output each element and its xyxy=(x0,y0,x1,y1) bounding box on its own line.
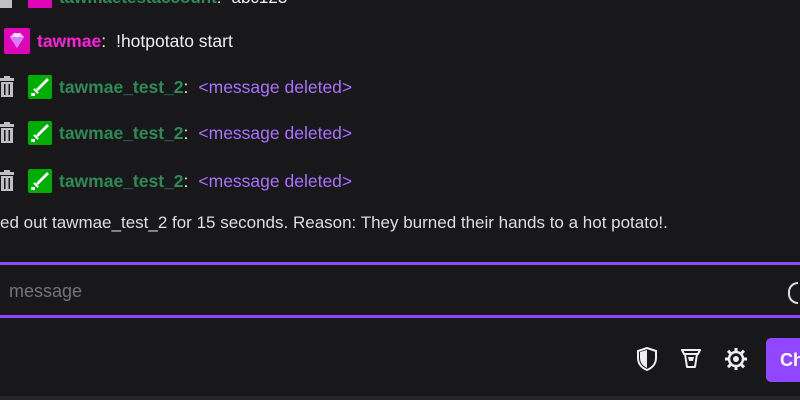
system-timeout-message: ed out tawmae_test_2 for 15 seconds. Rea… xyxy=(0,213,668,232)
deleted-message-text[interactable]: <message deleted> xyxy=(198,171,352,192)
moderator-sword-icon xyxy=(28,121,52,145)
chat-message-partial: tawmaetestaccount : abc123 xyxy=(0,0,287,8)
moderator-sword-icon xyxy=(28,75,52,99)
chat-username[interactable]: tawmae_test_2 xyxy=(59,123,184,144)
chat-message-text: !hotpotato start xyxy=(116,30,233,51)
moderator-sword-icon xyxy=(28,169,52,193)
trash-icon[interactable] xyxy=(0,120,20,146)
trash-icon[interactable] xyxy=(0,0,20,8)
chat-colon: : xyxy=(183,170,189,191)
chat-input[interactable] xyxy=(9,281,769,302)
chat-username[interactable]: tawmae xyxy=(37,31,101,52)
chat-username[interactable]: tawmae_test_2 xyxy=(59,77,184,98)
chat-message: tawmae_test_2 : <message deleted> xyxy=(0,118,352,148)
deleted-message-text[interactable]: <message deleted> xyxy=(198,77,352,98)
trash-icon[interactable] xyxy=(0,168,20,194)
chat-message-text: abc123 xyxy=(232,0,288,8)
shield-icon[interactable] xyxy=(632,344,662,374)
vip-diamond-icon xyxy=(4,28,30,54)
chat-colon: : xyxy=(217,0,222,8)
chat-colon: : xyxy=(183,76,189,97)
moderator-badge xyxy=(28,0,52,8)
chat-colon: : xyxy=(101,30,107,51)
bottom-divider xyxy=(0,396,800,400)
gear-icon[interactable] xyxy=(721,344,751,374)
chat-username[interactable]: tawmaetestaccount xyxy=(59,0,217,8)
chat-message: tawmae_test_2 : <message deleted> xyxy=(0,166,352,196)
chat-log: tawmaetestaccount : abc123 tawmae : !hot… xyxy=(0,0,800,262)
cup-icon[interactable] xyxy=(676,344,706,374)
chat-send-button[interactable]: Ch xyxy=(766,338,800,382)
chat-message: tawmae_test_2 : <message deleted> xyxy=(0,72,352,102)
chat-message: tawmae : !hotpotato start xyxy=(0,26,233,56)
chat-colon: : xyxy=(183,122,189,143)
trash-icon[interactable] xyxy=(0,74,20,100)
deleted-message-text[interactable]: <message deleted> xyxy=(198,123,352,144)
chat-input-box[interactable] xyxy=(0,262,800,318)
chat-username[interactable]: tawmae_test_2 xyxy=(59,171,184,192)
